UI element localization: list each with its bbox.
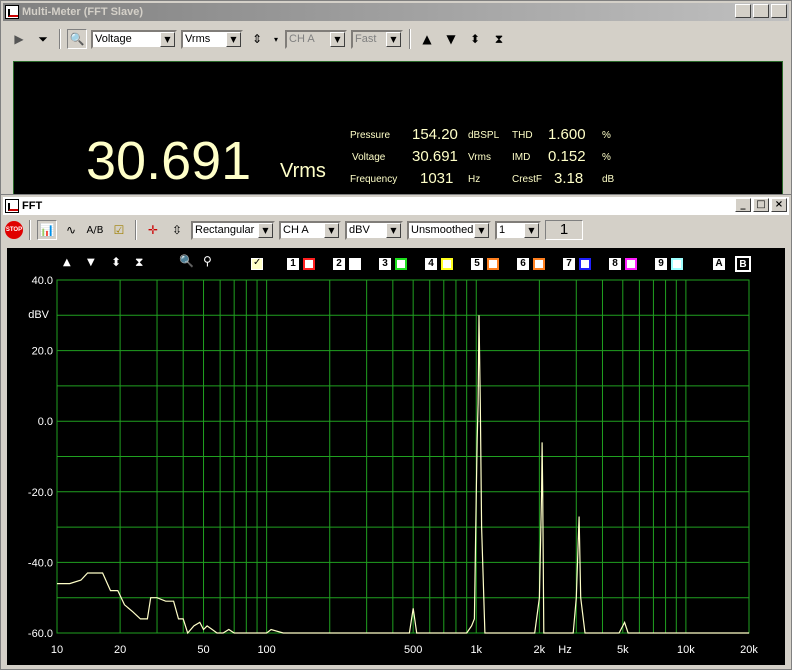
arrow-up-icon[interactable]: ▲ <box>417 29 437 49</box>
chevron-down-icon: ▼ <box>160 31 175 47</box>
crestf-label: CrestF <box>512 174 542 185</box>
x-tick-label: 1k <box>470 644 482 656</box>
main-unit: Vrms <box>280 160 326 182</box>
y-tick-label: 0.0 <box>38 416 53 428</box>
split-icon[interactable]: ⇳ <box>167 220 187 240</box>
x-tick-label: 10k <box>677 644 695 656</box>
spectrum-icon[interactable]: 📊 <box>37 220 57 240</box>
x-tick-label: 2k <box>534 644 546 656</box>
main-value: 30.691 <box>86 131 252 191</box>
play-icon[interactable]: ▶ <box>9 29 29 49</box>
chevron-down-icon: ▼ <box>324 222 339 238</box>
frequency-value: 1031 <box>420 170 454 187</box>
crestf-unit: dB <box>602 174 615 185</box>
maximize-button[interactable]: □ <box>753 198 769 212</box>
thd-value: 1.600 <box>548 126 586 143</box>
zoom-icon[interactable]: 🔍 <box>67 29 87 49</box>
range-icon[interactable]: ⇕ <box>247 29 267 49</box>
window-select[interactable]: Rectangular ▼ <box>191 220 275 240</box>
x-tick-label: 5k <box>617 644 629 656</box>
smoothing-select[interactable]: Unsmoothed ▼ <box>407 220 491 240</box>
channel-select[interactable]: CH A ▼ <box>279 220 341 240</box>
imd-label: IMD <box>512 152 531 163</box>
y-axis-label: dBV <box>28 309 49 321</box>
chevron-down-icon: ▼ <box>330 31 345 47</box>
imd-value: 0.152 <box>548 148 586 165</box>
range-dropdown-icon[interactable]: ▾ <box>271 29 281 49</box>
meter-display: 30.691 Vrms Pressure 154.20 dBSPL THD 1.… <box>13 61 783 201</box>
pressure-unit: dBSPL <box>468 130 500 141</box>
thd-unit: % <box>602 130 611 141</box>
x-tick-label: 500 <box>404 644 422 656</box>
chevron-down-icon: ▼ <box>386 222 401 238</box>
y-tick-label: -20.0 <box>28 487 53 499</box>
imd-unit: % <box>602 152 611 163</box>
app-icon <box>5 199 19 213</box>
maximize-button[interactable]: □ <box>753 4 769 18</box>
y-tick-label: 40.0 <box>32 275 53 287</box>
x-tick-label: 20 <box>114 644 126 656</box>
meter-title: Multi-Meter (FFT Slave) <box>22 6 144 18</box>
stop-icon[interactable]: STOP <box>5 221 23 239</box>
frequency-unit: Hz <box>468 174 481 185</box>
meter-toolbar: ▶ ⏷ 🔍 Voltage ▼ Vrms ▼ ⇕ ▾ CH A ▼ Fast ▼ ▲ ▼… <box>3 27 789 51</box>
frequency-label: Frequency <box>350 174 398 185</box>
average-select[interactable]: 1 ▼ <box>495 220 541 240</box>
x-tick-label: 10 <box>51 644 63 656</box>
checklist-icon[interactable]: ☑ <box>109 220 129 240</box>
x-tick-label: 20k <box>740 644 758 656</box>
chevron-down-icon: ▼ <box>258 222 273 238</box>
scale-select[interactable]: dBV ▼ <box>345 220 403 240</box>
meter-titlebar[interactable]: Multi-Meter (FFT Slave) _ □ × <box>3 3 789 21</box>
crestf-value: 3.18 <box>554 170 584 187</box>
fft-titlebar[interactable]: FFT _ □ × <box>3 197 789 215</box>
step-down-icon[interactable]: ⏷ <box>33 29 53 49</box>
pressure-label: Pressure <box>350 130 391 141</box>
chevron-down-icon: ▼ <box>474 222 489 238</box>
measure-select[interactable]: Voltage ▼ <box>91 29 177 49</box>
app-icon <box>5 5 19 19</box>
chevron-down-icon: ▼ <box>226 31 241 47</box>
expand-icon[interactable]: ⬍ <box>465 29 485 49</box>
compress-icon[interactable]: ⧗ <box>489 29 509 49</box>
fft-window: FFT _ □ × STOP 📊 ∿ A/B ☑ ✛ ⇳ Rectangular… <box>0 194 792 670</box>
pressure-value: 154.20 <box>412 126 458 143</box>
x-tick-label: 50 <box>197 644 209 656</box>
meter-window: Multi-Meter (FFT Slave) _ □ × ▶ ⏷ 🔍 Volt… <box>0 0 792 205</box>
spectrum-trace <box>57 315 749 635</box>
ab-icon[interactable]: A/B <box>85 220 105 240</box>
cursor-icon[interactable]: ✛ <box>143 220 163 240</box>
fft-chart: 40.0 20.0 0.0 -20.0 -40.0 -60.0 10 20 50 100 500 1… <box>28 275 758 656</box>
voltage-label: Voltage <box>352 152 386 163</box>
unit-select[interactable]: Vrms ▼ <box>181 29 243 49</box>
fft-title: FFT <box>22 200 43 212</box>
close-button[interactable]: × <box>771 4 787 18</box>
minimize-button[interactable]: _ <box>735 198 751 212</box>
minimize-button[interactable]: _ <box>735 4 751 18</box>
voltage-value: 30.691 <box>412 148 458 165</box>
fft-toolbar: STOP 📊 ∿ A/B ☑ ✛ ⇳ Rectangular ▼ CH A ▼ dB… <box>3 218 789 242</box>
voltage-unit: Vrms <box>468 152 491 163</box>
y-tick-label: -60.0 <box>28 628 53 640</box>
thd-label: THD <box>512 130 533 141</box>
chevron-down-icon: ▼ <box>386 31 401 47</box>
waveform-icon[interactable]: ∿ <box>61 220 81 240</box>
x-tick-label: 100 <box>257 644 275 656</box>
close-button[interactable]: × <box>771 198 787 212</box>
speed-select[interactable]: Fast ▼ <box>351 29 403 49</box>
y-tick-label: -40.0 <box>28 557 53 569</box>
x-axis-label: Hz <box>558 644 571 656</box>
y-tick-label: 20.0 <box>32 346 53 358</box>
average-count: 1 <box>545 220 583 240</box>
fft-panel: ▲ ▼ ⬍ ⧗ 🔍 ⚲ ✓ 123456789 A B 40.0 20.0 0.0-… <box>7 248 785 665</box>
chevron-down-icon: ▼ <box>524 222 539 238</box>
arrow-down-icon[interactable]: ▼ <box>441 29 461 49</box>
channel-select[interactable]: CH A ▼ <box>285 29 347 49</box>
